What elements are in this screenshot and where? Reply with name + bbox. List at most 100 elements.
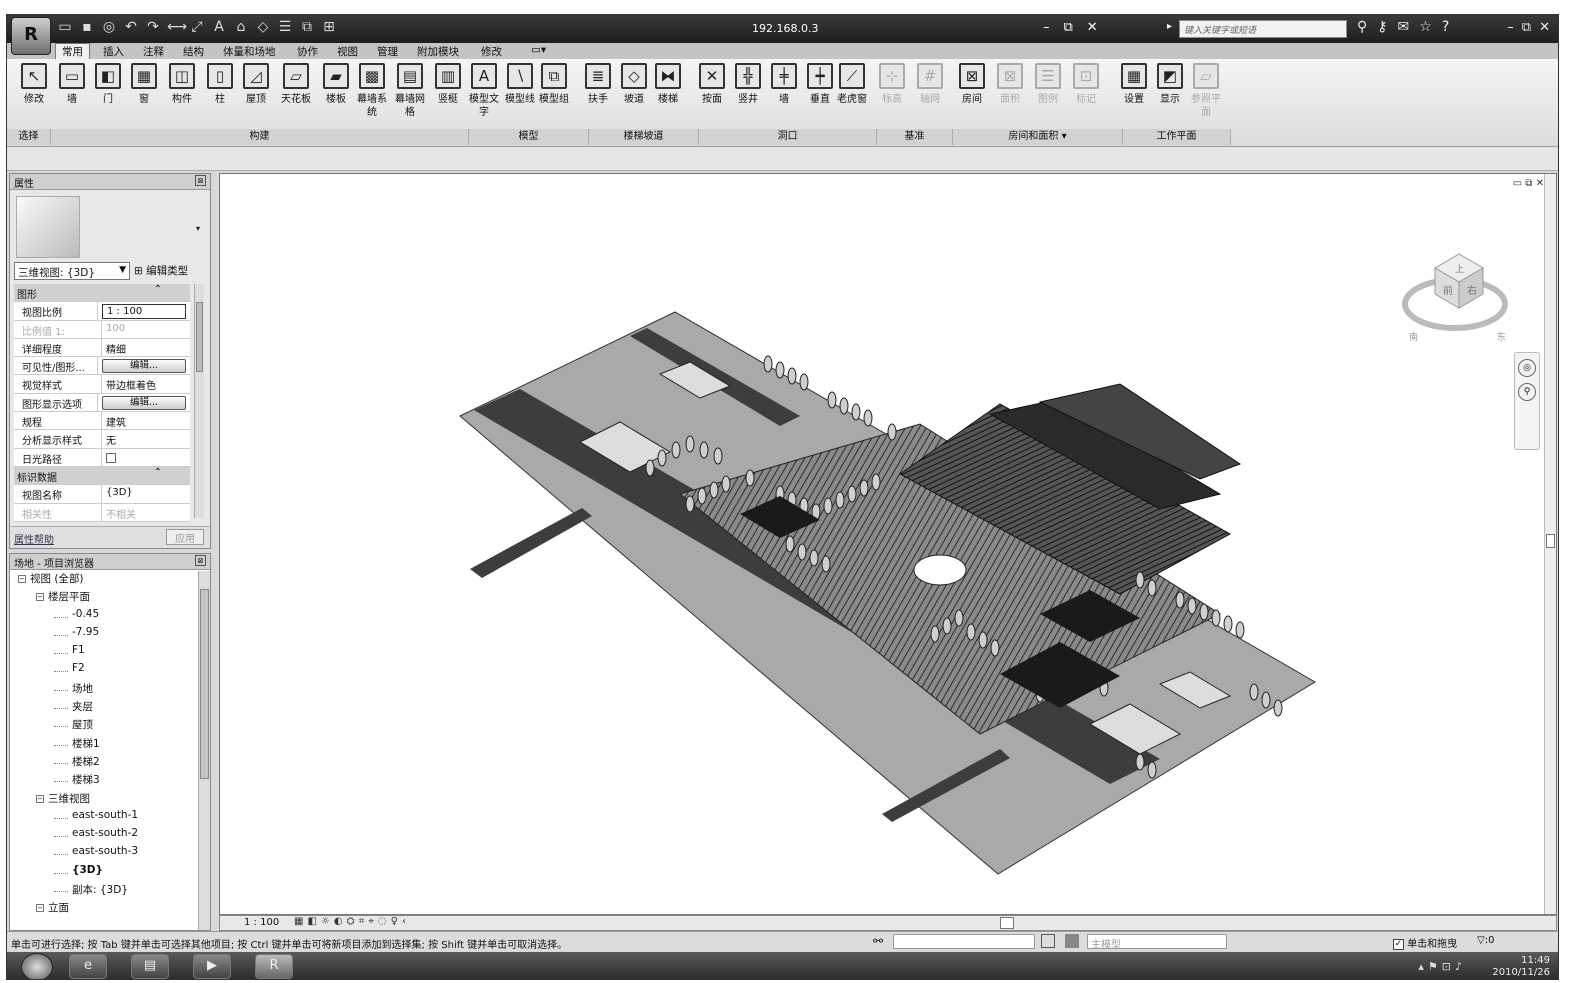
close-hidden-icon[interactable]: ⧉ — [299, 19, 315, 35]
browser-node[interactable]: − 楼层平面 — [10, 589, 198, 607]
section-icon[interactable]: ◇ — [255, 19, 271, 35]
scroll-left-icon[interactable]: ‹ — [402, 916, 410, 927]
close-icon[interactable]: ✕ — [1087, 20, 1098, 35]
browser-node[interactable]: 副本: {3D} — [10, 882, 198, 900]
browser-node[interactable]: 楼梯2 — [10, 754, 198, 772]
ribbon-button-room[interactable]: ⊠ 房间 — [955, 63, 989, 106]
ribbon-button-curtain-grid[interactable]: ▤ 幕墙网格 — [393, 63, 427, 119]
ribbon-button-stair[interactable]: ⧓ 楼梯 — [651, 63, 685, 106]
ribbon-button-model-line[interactable]: ∖ 模型线 — [503, 63, 537, 106]
browser-node[interactable]: 屋顶 — [10, 717, 198, 735]
ribbon-group-label[interactable]: 楼梯坡道 — [589, 129, 699, 145]
ribbon-button-model-text[interactable]: A 模型文字 — [467, 63, 501, 119]
browser-node[interactable]: 楼梯3 — [10, 772, 198, 790]
browser-node[interactable]: − 三维视图 — [10, 791, 198, 809]
default-3d-view-icon[interactable]: ⌂ — [233, 19, 249, 35]
close-palette-icon[interactable]: ⊠ — [195, 175, 206, 186]
tab-collaborate[interactable]: 协作 — [297, 44, 318, 59]
ribbon-button-ceiling[interactable]: ▱ 天花板 — [279, 63, 313, 106]
ribbon-group-label[interactable]: 房间和面积 ▾ — [953, 129, 1123, 145]
property-value[interactable]: 编辑... — [98, 357, 190, 374]
measure-icon[interactable]: ⟷ — [167, 19, 187, 35]
ribbon-minimize-icon[interactable]: ▭▾ — [531, 44, 546, 56]
ribbon-button-wall[interactable]: ▭ 墙 — [55, 63, 89, 106]
ribbon-button-curtain-system[interactable]: ▩ 幕墙系统 — [355, 63, 389, 119]
ribbon-group-label[interactable]: 构建 — [51, 129, 469, 145]
properties-scrollbar[interactable] — [194, 284, 204, 518]
ribbon-button-door[interactable]: ◧ 门 — [91, 63, 125, 106]
search-expand-icon[interactable]: ▸ — [1167, 21, 1172, 32]
edit-type-button[interactable]: ⊞ 编辑类型 — [134, 263, 188, 278]
redo-icon[interactable]: ↷ — [145, 19, 161, 35]
browser-node[interactable]: {3D} — [10, 864, 198, 882]
show-crop-icon[interactable]: ⌖ — [368, 916, 378, 927]
app-restore-icon[interactable]: ⧉ — [1522, 20, 1531, 35]
ribbon-button-column[interactable]: ▯ 柱 — [203, 63, 237, 106]
browser-node[interactable]: 场地 — [10, 681, 198, 699]
application-menu-button[interactable]: R — [11, 17, 51, 55]
workset-combo[interactable] — [893, 934, 1035, 949]
ribbon-button-area[interactable]: ⊠ 面积 — [993, 63, 1027, 106]
property-section[interactable]: 标识数据 ⌃ — [14, 466, 190, 486]
collapse-section-icon[interactable]: ⌃ — [154, 284, 162, 295]
detail-level-icon[interactable]: ▦ — [294, 916, 307, 927]
ribbon-group-label[interactable]: 模型 — [469, 129, 589, 145]
tab-manage[interactable]: 管理 — [377, 44, 398, 59]
property-value[interactable]: 精细 — [102, 339, 190, 356]
ribbon-button-ref-plane[interactable]: ▱ 参照平面 — [1189, 63, 1223, 119]
ribbon-button-legend[interactable]: ☰ 图例 — [1031, 63, 1065, 106]
sun-path-icon[interactable]: ☼ — [321, 916, 334, 927]
tab-home[interactable]: 常用 — [55, 43, 90, 59]
app-close-icon[interactable]: ✕ — [1539, 20, 1550, 35]
open-icon[interactable]: ▭ — [57, 19, 73, 35]
type-dropdown-icon[interactable]: ▾ — [196, 224, 200, 233]
3d-view-canvas[interactable]: ▭ ⧉ ✕ 上 前 右 南 东 ◎ ⚲ — [219, 173, 1557, 915]
ribbon-group-label[interactable]: 工作平面 — [1123, 129, 1231, 145]
ribbon-button-roof[interactable]: ◿ 屋顶 — [239, 63, 273, 106]
browser-node[interactable]: 夹层 — [10, 699, 198, 717]
ribbon-button-floor[interactable]: ▰ 楼板 — [319, 63, 353, 106]
steeringwheel-icon[interactable]: ◎ — [1518, 359, 1536, 377]
view-scale-input[interactable]: 1 : 100 — [102, 304, 186, 320]
drag-checkbox[interactable]: ✓ — [1393, 938, 1404, 950]
tray-up-icon[interactable]: ▴ — [1418, 960, 1428, 973]
minimize-icon[interactable]: – — [1043, 20, 1050, 35]
browser-node[interactable]: 楼梯1 — [10, 736, 198, 754]
subscription-icon[interactable]: ⚷ — [1377, 19, 1387, 35]
favorites-icon[interactable]: ☆ — [1419, 19, 1432, 35]
tree-toggle-icon[interactable]: − — [36, 904, 44, 913]
property-value[interactable]: 1 : 100 — [98, 302, 190, 320]
undo-icon[interactable]: ↶ — [123, 19, 139, 35]
browser-node[interactable]: − 视图 (全部) — [10, 571, 198, 589]
ribbon-button-cursor-arrow[interactable]: ↖ 修改 — [17, 63, 51, 106]
start-button[interactable] — [21, 953, 53, 979]
property-value[interactable]: 带边框着色 — [102, 375, 190, 392]
sun-path-checkbox[interactable] — [106, 452, 116, 463]
ribbon-button-dormer[interactable]: ⟋ 老虎窗 — [835, 63, 869, 106]
app-minimize-icon[interactable]: – — [1507, 20, 1514, 35]
browser-node[interactable]: -7.95 — [10, 626, 198, 644]
visual-style-icon[interactable]: ◧ — [307, 916, 320, 927]
infocenter-search-input[interactable]: 键入关键字或短语 — [1179, 20, 1347, 38]
ribbon-button-shaft[interactable]: ╬ 竖井 — [731, 63, 765, 106]
ribbon-button-window[interactable]: ▦ 窗 — [127, 63, 161, 106]
drag-elements-toggle[interactable]: ✓ 单击和拖曳 — [1393, 935, 1457, 950]
browser-node[interactable]: east-south-1 — [10, 809, 198, 827]
tab-view[interactable]: 视图 — [337, 44, 358, 59]
property-value[interactable] — [102, 449, 190, 466]
selection-filter[interactable]: ▽:0 — [1477, 935, 1494, 946]
switch-windows-icon[interactable]: ⊞ — [321, 19, 337, 35]
design-option-combo[interactable]: 主模型 — [1087, 934, 1227, 951]
properties-help-link[interactable]: 属性帮助 — [14, 531, 54, 546]
zoom-icon[interactable]: ⚲ — [1518, 383, 1536, 401]
save-icon[interactable]: ▪ — [79, 19, 95, 35]
volume-icon[interactable]: ♪ — [1455, 960, 1466, 973]
network-icon[interactable]: ⊡ — [1442, 960, 1455, 973]
flag-icon[interactable]: ⚑ — [1428, 960, 1442, 973]
tab-structure[interactable]: 结构 — [183, 44, 204, 59]
browser-node[interactable]: − 立面 — [10, 900, 198, 918]
property-value[interactable]: {3D} — [102, 485, 190, 502]
property-value[interactable]: 编辑... — [98, 394, 190, 411]
ribbon-group-label[interactable]: 选择 — [7, 129, 51, 145]
view-vertical-scrollbar[interactable] — [1544, 174, 1556, 914]
